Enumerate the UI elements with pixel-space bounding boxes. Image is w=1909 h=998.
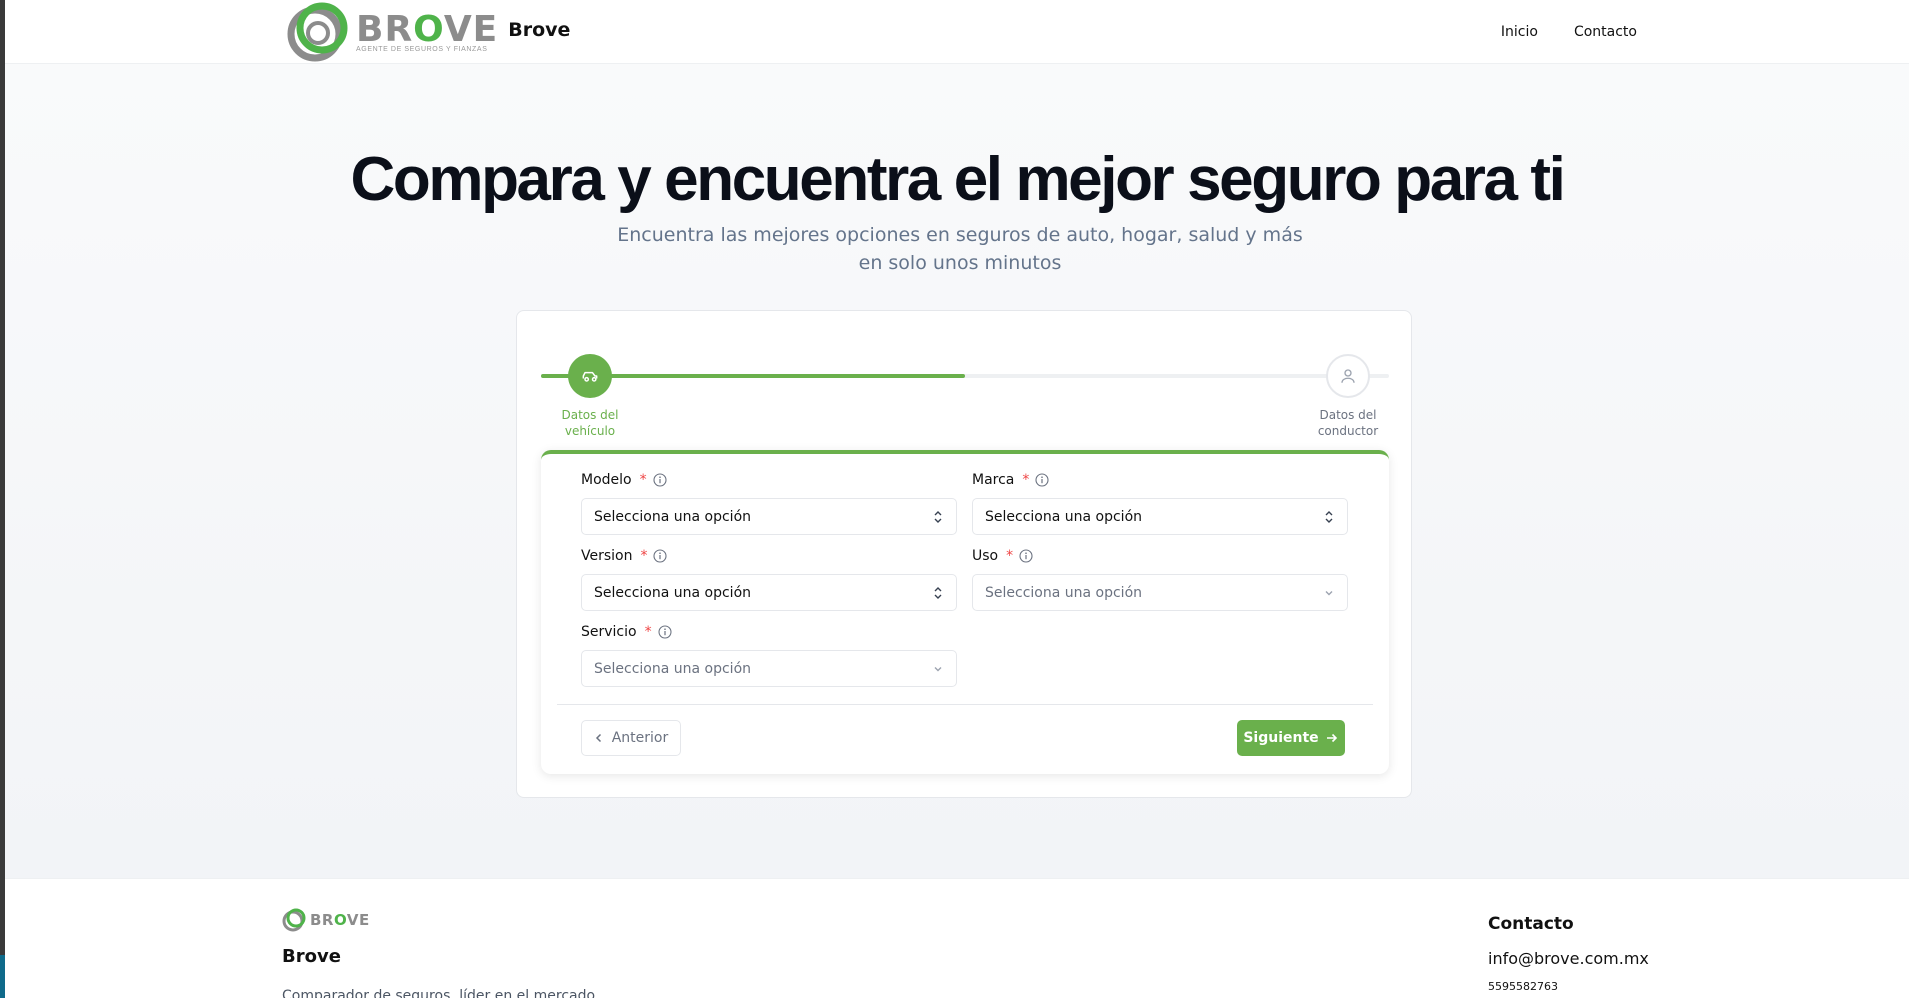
wizard-stepper: Datos del vehículo Datos del conductor xyxy=(541,331,1389,438)
brand-name: Brove xyxy=(508,19,571,41)
info-icon[interactable] xyxy=(653,473,667,487)
field-modelo: Modelo * Selecciona una opción xyxy=(581,470,957,535)
step-conductor[interactable] xyxy=(1326,354,1370,398)
next-button-label: Siguiente xyxy=(1243,730,1319,746)
field-label-modelo: Modelo xyxy=(581,472,632,488)
brove-logo-icon xyxy=(282,908,306,932)
version-select-value: Selecciona una opción xyxy=(594,584,752,601)
step-vehiculo-label: Datos del vehículo xyxy=(561,408,619,438)
main-nav: Inicio Contacto xyxy=(1501,0,1637,64)
logo-tagline: AGENTE DE SEGUROS Y FIANZAS xyxy=(356,45,488,53)
brove-logo-wordmark: BROVE AGENTE DE SEGUROS Y FIANZAS xyxy=(356,8,499,53)
chevron-down-icon xyxy=(1325,590,1333,595)
field-label-servicio: Servicio xyxy=(581,624,637,640)
page-subtitle: Encuentra las mejores opciones en seguro… xyxy=(617,224,1303,274)
chevrons-up-down-icon xyxy=(934,586,942,599)
footer-brand-name: Brove xyxy=(282,946,341,967)
brand-logo-link[interactable]: BROVE AGENTE DE SEGUROS Y FIANZAS Brove xyxy=(282,0,570,64)
chevron-down-icon xyxy=(934,666,942,671)
info-icon[interactable] xyxy=(653,549,668,563)
servicio-select-placeholder: Selecciona una opción xyxy=(594,660,752,677)
field-label-version: Version xyxy=(581,548,633,564)
quote-wizard-card: Datos del vehículo Datos del conductor M… xyxy=(516,310,1412,798)
footer-logo-wordmark: BROVE xyxy=(310,911,370,929)
info-icon[interactable] xyxy=(1035,473,1049,487)
arrow-right-icon xyxy=(1326,733,1337,743)
car-icon xyxy=(582,371,598,382)
modelo-select-value: Selecciona una opción xyxy=(594,508,752,525)
required-asterisk: * xyxy=(1022,472,1030,488)
field-label-marca: Marca xyxy=(972,472,1015,488)
step-conductor-label: Datos del conductor xyxy=(1317,408,1379,438)
uso-select[interactable]: Selecciona una opción xyxy=(972,574,1348,611)
footer-contact-title: Contacto xyxy=(1488,914,1574,934)
chevrons-up-down-icon xyxy=(1325,510,1333,523)
footer-description: Comparador de seguros, líder en el merca… xyxy=(282,988,596,998)
nav-link-contacto[interactable]: Contacto xyxy=(1574,24,1637,40)
footer-phone[interactable]: 5595582763 xyxy=(1488,980,1558,993)
required-asterisk: * xyxy=(639,472,647,488)
previous-button[interactable]: Anterior xyxy=(581,720,681,756)
chevron-left-icon xyxy=(595,733,601,743)
form-divider xyxy=(557,704,1373,705)
page-title: Compara y encuentra el mejor seguro para… xyxy=(350,145,1566,214)
chevrons-up-down-icon xyxy=(934,510,942,523)
version-select[interactable]: Selecciona una opción xyxy=(581,574,957,611)
required-asterisk: * xyxy=(644,624,652,640)
next-button[interactable]: Siguiente xyxy=(1237,720,1345,756)
footer-email-link[interactable]: info@brove.com.mx xyxy=(1488,949,1649,968)
field-label-uso: Uso xyxy=(972,548,999,564)
info-icon[interactable] xyxy=(1019,549,1033,563)
required-asterisk: * xyxy=(1006,548,1014,564)
site-footer: BROVE Brove Comparador de seguros, líder… xyxy=(5,878,1909,998)
site-header: BROVE AGENTE DE SEGUROS Y FIANZAS Brove … xyxy=(5,0,1909,64)
marca-select[interactable]: Selecciona una opción xyxy=(972,498,1348,535)
previous-button-label: Anterior xyxy=(611,730,669,746)
marca-select-value: Selecciona una opción xyxy=(985,508,1143,525)
modelo-select[interactable]: Selecciona una opción xyxy=(581,498,957,535)
user-icon xyxy=(1341,369,1355,383)
field-version: Version * Selecciona una opción xyxy=(581,546,957,611)
vehicle-form: Modelo * Selecciona una opción Marca * S… xyxy=(541,450,1389,774)
step-vehiculo[interactable] xyxy=(568,354,612,398)
uso-select-placeholder: Selecciona una opción xyxy=(985,584,1143,601)
field-marca: Marca * Selecciona una opción xyxy=(972,470,1348,535)
servicio-select[interactable]: Selecciona una opción xyxy=(581,650,957,687)
field-uso: Uso * Selecciona una opción xyxy=(972,546,1348,611)
field-servicio: Servicio * Selecciona una opción xyxy=(581,622,957,687)
hero-section: Compara y encuentra el mejor seguro para… xyxy=(5,64,1909,878)
brove-logo-icon xyxy=(282,0,354,64)
info-icon[interactable] xyxy=(658,625,672,639)
footer-logo[interactable]: BROVE xyxy=(281,907,370,933)
nav-link-inicio[interactable]: Inicio xyxy=(1501,24,1538,40)
required-asterisk: * xyxy=(640,548,648,564)
